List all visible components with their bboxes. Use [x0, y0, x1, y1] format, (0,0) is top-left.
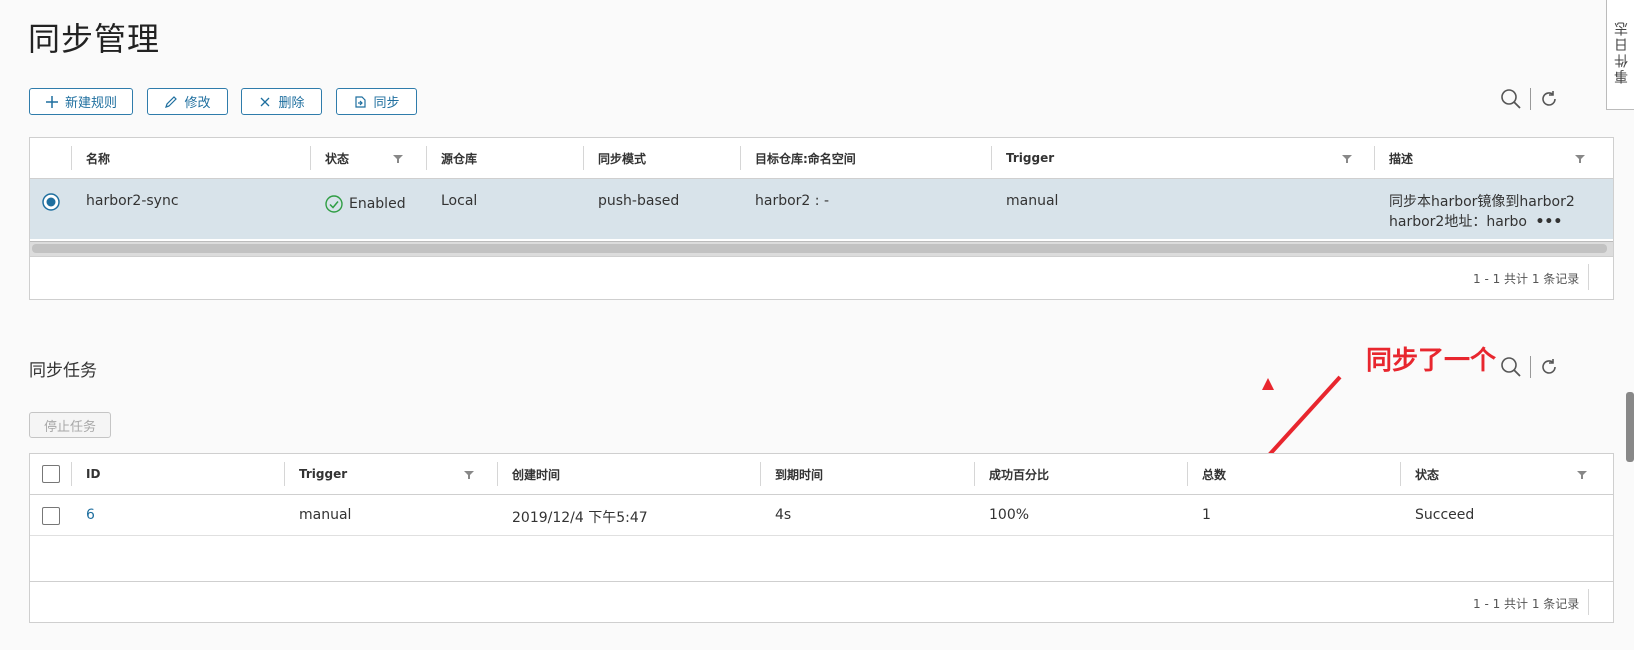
delete-button[interactable]: 删除 — [241, 88, 322, 115]
rule-target: harbor2 : - — [755, 193, 829, 209]
rule-status-label: Enabled — [349, 196, 406, 212]
task-success: 100% — [989, 507, 1030, 523]
sync-icon — [355, 95, 367, 108]
tasks-grid: ID Trigger 创建时间 到期时间 成功百分比 总数 状态 6 manua… — [29, 453, 1614, 623]
col-created[interactable]: 创建时间 — [512, 454, 560, 494]
task-created: 2019/12/4 下午5:47 — [512, 510, 648, 526]
event-log-label: 事件日志 — [1613, 20, 1630, 84]
task-trigger: manual — [299, 507, 352, 523]
close-icon — [261, 97, 270, 106]
rule-status: Enabled — [325, 195, 406, 213]
plus-icon — [45, 95, 58, 108]
annotation-text: 同步了一个 — [1366, 346, 1497, 376]
filter-icon[interactable] — [1342, 154, 1352, 164]
new-rule-button[interactable]: 新建规则 — [29, 88, 133, 115]
stop-task-button[interactable]: 停止任务 — [29, 412, 111, 438]
new-rule-label: 新建规则 — [64, 96, 117, 111]
col-trigger[interactable]: Trigger — [299, 454, 347, 494]
col-id[interactable]: ID — [86, 454, 100, 494]
rules-grid-header: 名称 状态 源仓库 同步模式 目标仓库:命名空间 Trigger 描述 — [30, 138, 1613, 179]
pencil-icon — [165, 95, 178, 108]
search-icon[interactable] — [1500, 88, 1522, 110]
tools-divider — [1530, 88, 1531, 110]
search-icon[interactable] — [1500, 356, 1522, 378]
col-source[interactable]: 源仓库 — [441, 138, 477, 178]
horizontal-scrollbar[interactable] — [30, 241, 1613, 257]
filter-icon[interactable] — [393, 154, 403, 164]
col-status[interactable]: 状态 — [1415, 454, 1439, 494]
col-success[interactable]: 成功百分比 — [989, 454, 1049, 494]
rules-pagination: 1 - 1 共计 1 条记录 — [1473, 272, 1580, 286]
task-id-link[interactable]: 6 — [86, 507, 95, 523]
col-target[interactable]: 目标仓库:命名空间 — [755, 138, 856, 178]
filter-icon[interactable] — [464, 470, 474, 480]
col-name[interactable]: 名称 — [86, 138, 110, 178]
rule-source: Local — [441, 193, 478, 209]
row-checkbox[interactable] — [42, 507, 60, 525]
table-row[interactable]: 6 manual 2019/12/4 下午5:47 4s 100% 1 Succ… — [30, 495, 1613, 536]
task-status: Succeed — [1415, 507, 1475, 523]
scrollbar-thumb[interactable] — [32, 244, 1607, 253]
sync-button[interactable]: 同步 — [336, 88, 417, 115]
filter-icon[interactable] — [1577, 470, 1587, 480]
rule-desc-line2: harbor2地址：harbo ••• — [1389, 214, 1563, 230]
tasks-pagination: 1 - 1 共计 1 条记录 — [1473, 597, 1580, 611]
rules-tools — [1500, 88, 1559, 110]
radio-selected[interactable] — [42, 193, 60, 211]
tasks-grid-header: ID Trigger 创建时间 到期时间 成功百分比 总数 状态 — [30, 454, 1613, 495]
select-all-checkbox[interactable] — [42, 465, 60, 483]
rule-mode: push-based — [598, 193, 680, 209]
edit-label: 修改 — [184, 96, 211, 111]
col-mode[interactable]: 同步模式 — [598, 138, 646, 178]
tools-divider — [1530, 356, 1531, 378]
rules-grid: 名称 状态 源仓库 同步模式 目标仓库:命名空间 Trigger 描述 harb… — [29, 137, 1614, 300]
col-duration[interactable]: 到期时间 — [775, 454, 823, 494]
stop-task-label: 停止任务 — [43, 419, 96, 435]
rule-desc-line1: 同步本harbor镜像到harbor2 — [1389, 194, 1575, 210]
task-total: 1 — [1202, 507, 1211, 523]
filter-icon[interactable] — [1575, 154, 1585, 164]
tasks-title: 同步任务 — [29, 361, 97, 381]
refresh-icon[interactable] — [1539, 357, 1559, 377]
tasks-tools — [1500, 356, 1559, 378]
table-row[interactable]: harbor2-sync Enabled Local push-based ha… — [30, 179, 1613, 239]
edit-button[interactable]: 修改 — [147, 88, 228, 115]
col-total[interactable]: 总数 — [1202, 454, 1226, 494]
more-icon[interactable]: ••• — [1535, 214, 1562, 230]
page-scrollbar[interactable] — [1626, 392, 1634, 462]
rule-name: harbor2-sync — [86, 193, 179, 209]
col-description[interactable]: 描述 — [1389, 138, 1413, 178]
sync-label: 同步 — [373, 96, 400, 111]
task-duration: 4s — [775, 507, 792, 523]
check-circle-icon — [325, 195, 343, 213]
event-log-tab[interactable]: 事件日志 — [1606, 0, 1634, 110]
delete-label: 删除 — [278, 96, 305, 111]
col-status[interactable]: 状态 — [325, 138, 349, 178]
page-title: 同步管理 — [28, 20, 161, 58]
rule-trigger: manual — [1006, 193, 1059, 209]
refresh-icon[interactable] — [1539, 89, 1559, 109]
col-trigger[interactable]: Trigger — [1006, 138, 1054, 178]
